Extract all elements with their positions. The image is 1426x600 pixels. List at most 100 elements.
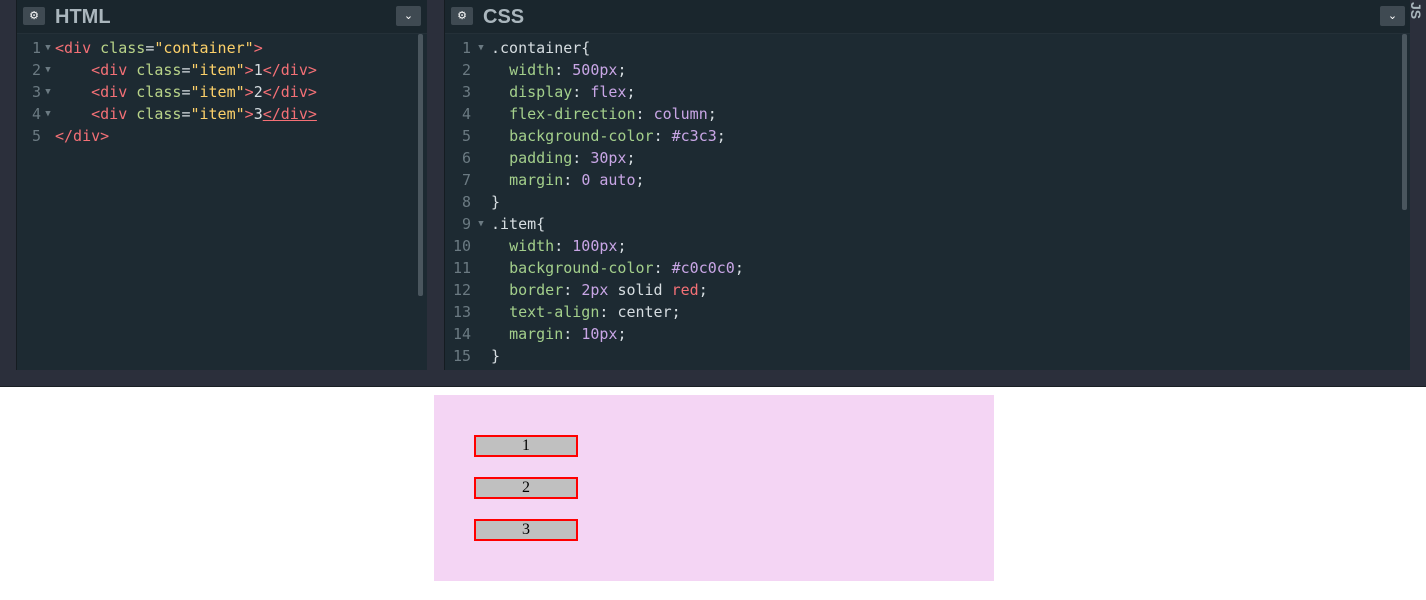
code-token: }	[491, 193, 501, 211]
line-number: 4	[31, 105, 41, 123]
code-token: flex-direction	[509, 105, 636, 123]
js-panel-tab[interactable]: JS	[1408, 0, 1426, 386]
code-token: margin	[509, 325, 564, 343]
code-token: :	[572, 83, 591, 101]
line-number: 5	[461, 127, 471, 145]
code-line: 3 ▼ <div class="item">2</div>	[17, 81, 427, 103]
code-token: class	[136, 105, 182, 123]
code-line: 14 margin: 10px;	[445, 323, 1411, 345]
code-token: :	[653, 127, 672, 145]
code-token: 2	[253, 83, 263, 101]
code-token: ;	[617, 325, 627, 343]
code-token: <div	[91, 105, 137, 123]
code-token: <div	[55, 39, 101, 57]
fold-toggle-icon[interactable]: ▼	[41, 81, 55, 103]
code-line: 8 }	[445, 191, 1411, 213]
resize-divider[interactable]	[0, 370, 1426, 387]
css-code-editor[interactable]: 1 ▼ .container{ 2 width: 500px; 3 display:…	[445, 37, 1411, 370]
html-panel-header: ⚙ HTML ⌄	[17, 0, 427, 34]
code-line: 1 ▼ <div class="container">	[17, 37, 427, 59]
code-token: :	[599, 303, 618, 321]
code-token: ;	[626, 149, 636, 167]
code-line: 5 background-color: #c3c3;	[445, 125, 1411, 147]
line-number: 4	[461, 105, 471, 123]
css-editor-panel: ⚙ CSS ⌄ 1 ▼ .container{ 2 width: 500px; 3 …	[444, 0, 1411, 370]
css-collapse-button[interactable]: ⌄	[1380, 6, 1405, 26]
chevron-down-icon: ⌄	[403, 9, 414, 22]
code-token: "item"	[190, 105, 245, 123]
code-token: :	[635, 105, 654, 123]
line-number: 7	[461, 171, 471, 189]
fold-toggle-icon[interactable]: ▼	[41, 103, 55, 125]
code-token: background-color	[509, 259, 654, 277]
html-panel-title: HTML	[55, 6, 111, 28]
fold-toggle-icon[interactable]: ▼	[471, 37, 491, 59]
code-token: :	[554, 61, 573, 79]
fold-toggle-icon[interactable]: ▼	[471, 213, 491, 235]
fold-toggle-icon[interactable]: ▼	[41, 37, 55, 59]
line-number: 9	[461, 215, 471, 233]
gear-icon: ⚙	[29, 9, 39, 22]
code-token: .container{	[491, 39, 591, 57]
css-panel-header: ⚙ CSS ⌄	[445, 0, 1411, 34]
code-token: #c3c3	[671, 127, 717, 145]
code-token: .item{	[491, 215, 546, 233]
code-token: class	[136, 61, 182, 79]
code-token: 3	[253, 105, 263, 123]
html-scrollbar[interactable]	[418, 34, 423, 296]
html-collapse-button[interactable]: ⌄	[396, 6, 421, 26]
line-number: 3	[461, 83, 471, 101]
fold-toggle-icon[interactable]: ▼	[41, 59, 55, 81]
code-line: 5 </div>	[17, 125, 427, 147]
preview-item: 1	[474, 435, 578, 457]
code-token: ;	[707, 105, 717, 123]
code-line: 6 padding: 30px;	[445, 147, 1411, 169]
code-token: >	[253, 39, 263, 57]
line-number: 3	[31, 83, 41, 101]
code-token: "container"	[154, 39, 254, 57]
line-number: 10	[452, 237, 471, 255]
code-line: 11 background-color: #c0c0c0;	[445, 257, 1411, 279]
code-token: padding	[509, 149, 573, 167]
code-token: :	[572, 149, 591, 167]
code-token: >	[244, 61, 254, 79]
code-token: center	[617, 303, 672, 321]
line-number: 2	[461, 61, 471, 79]
line-number: 14	[452, 325, 471, 343]
code-token: text-align	[509, 303, 600, 321]
css-scrollbar[interactable]	[1402, 34, 1407, 210]
line-number: 2	[31, 61, 41, 79]
code-token: solid	[617, 281, 663, 299]
code-line: 2 width: 500px;	[445, 59, 1411, 81]
html-code-editor[interactable]: 1 ▼ <div class="container"> 2 ▼ <div class=…	[17, 37, 427, 370]
code-line: 4 flex-direction: column;	[445, 103, 1411, 125]
line-number: 6	[461, 149, 471, 167]
code-line: 2 ▼ <div class="item">1</div>	[17, 59, 427, 81]
html-settings-button[interactable]: ⚙	[23, 7, 45, 25]
code-token: "item"	[190, 83, 245, 101]
code-token: :	[563, 325, 582, 343]
code-line: 9 ▼ .item{	[445, 213, 1411, 235]
line-number: 15	[452, 347, 471, 365]
preview-item: 3	[474, 519, 578, 541]
code-token: 10px	[581, 325, 618, 343]
code-line: 1 ▼ .container{	[445, 37, 1411, 59]
code-token: border	[509, 281, 564, 299]
code-token: width	[509, 61, 555, 79]
html-editor-panel: ⚙ HTML ⌄ 1 ▼ <div class="container"> 2 ▼ <d…	[16, 0, 427, 370]
preview-container: 1 2 3	[434, 395, 994, 581]
code-token: margin	[509, 171, 564, 189]
code-token: column	[653, 105, 708, 123]
css-settings-button[interactable]: ⚙	[451, 7, 473, 25]
code-token: <div	[91, 83, 137, 101]
